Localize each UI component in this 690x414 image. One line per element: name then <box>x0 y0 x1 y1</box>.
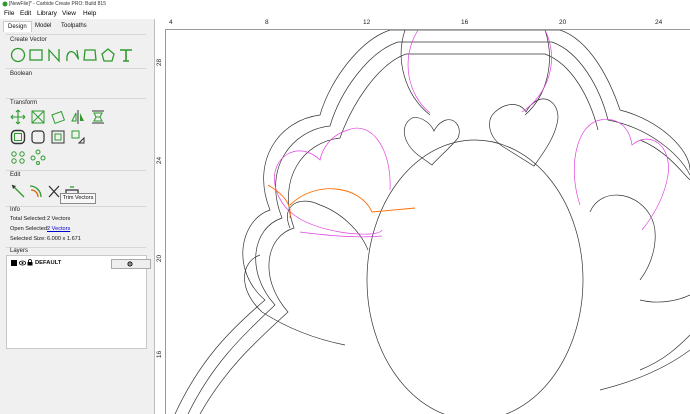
create-vector-title: Create Vector <box>10 37 47 43</box>
tab-toolpaths[interactable]: Toolpaths <box>57 21 91 31</box>
ruler-top-label: 16 <box>461 19 469 26</box>
selected-size-row: Selected Size: 6.000 x 1.671 <box>10 236 81 242</box>
circle-icon[interactable] <box>10 47 26 63</box>
layers-list: DEFAULT <box>6 255 151 349</box>
ruler-top: 4 8 12 16 20 24 <box>165 19 690 30</box>
ruler-left-label: 20 <box>156 254 164 263</box>
tab-model[interactable]: Model <box>31 21 55 31</box>
menu-library[interactable]: Library <box>37 10 57 17</box>
info-panel: Info Total Selected: 2 Vectors Open Sele… <box>6 206 146 247</box>
ruler-left-label: 24 <box>156 156 164 165</box>
layer-color-swatch[interactable] <box>11 260 17 266</box>
ruler-top-label: 24 <box>655 19 663 26</box>
circular-array-icon[interactable] <box>30 149 46 165</box>
rotate-icon[interactable] <box>50 109 66 125</box>
ruler-top-label: 12 <box>363 19 371 26</box>
text-icon[interactable] <box>118 47 134 63</box>
transform-title: Transform <box>10 100 38 106</box>
offset-icon[interactable] <box>10 129 26 145</box>
move-icon[interactable] <box>10 109 26 125</box>
design-canvas[interactable] <box>155 19 690 414</box>
tab-design[interactable]: Design <box>3 21 32 32</box>
flip-icon[interactable] <box>70 129 86 145</box>
total-selected-label: Total Selected: <box>10 216 47 222</box>
resize-icon[interactable] <box>30 109 46 125</box>
lock-icon[interactable] <box>27 259 33 266</box>
rounded-offset-icon[interactable] <box>30 129 46 145</box>
window-title: [NewFile]* - Carbide Create PRO: Build 8… <box>9 1 106 7</box>
array-icon[interactable] <box>10 149 26 165</box>
info-title: Info <box>10 207 21 213</box>
rectangle-icon[interactable] <box>28 47 44 63</box>
layer-row[interactable]: DEFAULT <box>11 259 151 269</box>
ruler-top-label: 4 <box>169 19 173 26</box>
curve-icon[interactable] <box>64 47 80 63</box>
ruler-left-label: 28 <box>156 58 164 67</box>
polygon-shape-icon[interactable] <box>82 47 98 63</box>
ruler-top-label: 20 <box>559 19 567 26</box>
tab-bar: Design Model Toolpaths <box>0 21 154 32</box>
layer-name: DEFAULT <box>35 260 62 266</box>
gear-icon <box>127 261 133 267</box>
layer-settings-button[interactable] <box>111 259 151 269</box>
menu-help[interactable]: Help <box>83 10 96 17</box>
selected-vectors <box>267 184 416 219</box>
open-selected-label: Open Selected: <box>10 226 49 232</box>
open-selected-link[interactable]: 2 Vectors <box>47 226 70 232</box>
layers-title: Layers <box>10 248 29 254</box>
menu-view[interactable]: View <box>62 10 76 17</box>
edit-title: Edit <box>10 172 21 178</box>
sidebar: Design Model Toolpaths Create Vector Boo… <box>0 19 155 414</box>
ruler-top-label: 8 <box>265 19 269 26</box>
create-vector-panel: Create Vector <box>6 34 146 67</box>
align-icon[interactable] <box>90 109 106 125</box>
selected-size-value: 6.000 x 1.671 <box>47 236 81 242</box>
join-icon[interactable] <box>28 183 44 199</box>
boolean-panel: Boolean <box>6 68 146 97</box>
menu-file[interactable]: File <box>4 10 14 17</box>
menu-edit[interactable]: Edit <box>20 10 31 17</box>
pentagon-icon[interactable] <box>100 47 116 63</box>
mirror-icon[interactable] <box>70 109 86 125</box>
ruler-left: 28 24 20 16 <box>155 29 166 414</box>
total-selected-value: 2 Vectors <box>47 216 71 222</box>
polyline-icon[interactable] <box>46 47 62 63</box>
app-icon <box>2 1 8 7</box>
total-selected-row: Total Selected: 2 Vectors <box>10 216 70 222</box>
open-selected-row: Open Selected: 2 Vectors <box>10 226 70 232</box>
menu-bar: File Edit Library View Help <box>0 9 690 19</box>
ruler-left-label: 16 <box>156 350 164 359</box>
center-icon[interactable] <box>50 129 66 145</box>
boolean-title: Boolean <box>10 71 33 77</box>
transform-panel: Transform <box>6 98 146 169</box>
eye-icon[interactable] <box>19 260 26 266</box>
node-edit-icon[interactable] <box>10 183 26 199</box>
tooltip: Trim Vectors <box>60 193 96 204</box>
title-bar: [NewFile]* - Carbide Create PRO: Build 8… <box>0 0 690 9</box>
selected-size-label: Selected Size: <box>10 236 46 242</box>
canvas-drawing[interactable] <box>155 19 690 414</box>
